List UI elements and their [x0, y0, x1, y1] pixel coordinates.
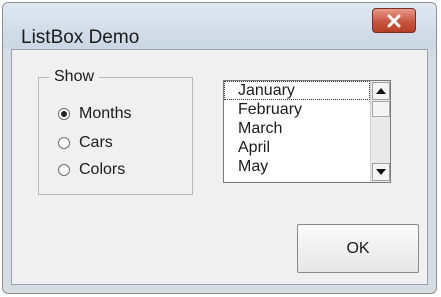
arrow-up-icon — [376, 88, 386, 94]
radio-label-months: Months — [79, 105, 132, 122]
listbox-scrollbar[interactable] — [370, 81, 390, 182]
radio-colors[interactable]: Colors — [58, 160, 125, 180]
listbox[interactable]: January February March April May — [223, 80, 391, 183]
list-item[interactable]: March — [224, 119, 370, 138]
scroll-down-button[interactable] — [372, 163, 390, 181]
radio-cars[interactable]: Cars — [58, 133, 113, 153]
list-item[interactable]: May — [224, 157, 370, 176]
radio-label-colors: Colors — [79, 161, 126, 178]
dialog-client-area: Show Months Cars Colors January February… — [11, 49, 428, 285]
groupbox-legend: Show — [49, 68, 100, 86]
radio-label-cars: Cars — [79, 134, 113, 151]
ok-button[interactable]: OK — [297, 224, 419, 273]
list-item[interactable]: February — [224, 100, 370, 119]
show-groupbox: Show Months Cars Colors — [38, 68, 193, 195]
arrow-down-icon — [376, 169, 386, 175]
radio-button-colors[interactable] — [58, 164, 70, 176]
list-item[interactable]: April — [224, 138, 370, 157]
list-item[interactable]: January — [224, 81, 370, 100]
radio-button-cars[interactable] — [58, 137, 70, 149]
scrollbar-thumb[interactable] — [372, 101, 390, 117]
close-button[interactable] — [372, 8, 416, 33]
title-bar[interactable]: ListBox Demo — [3, 3, 436, 49]
scroll-up-button[interactable] — [372, 82, 390, 100]
radio-months[interactable]: Months — [58, 104, 131, 124]
dialog-window: ListBox Demo Show Months Cars Colors Jan… — [2, 2, 437, 294]
listbox-items: January February March April May — [224, 81, 370, 182]
radio-button-months[interactable] — [58, 108, 70, 120]
close-icon — [387, 14, 401, 27]
window-title: ListBox Demo — [21, 27, 140, 48]
